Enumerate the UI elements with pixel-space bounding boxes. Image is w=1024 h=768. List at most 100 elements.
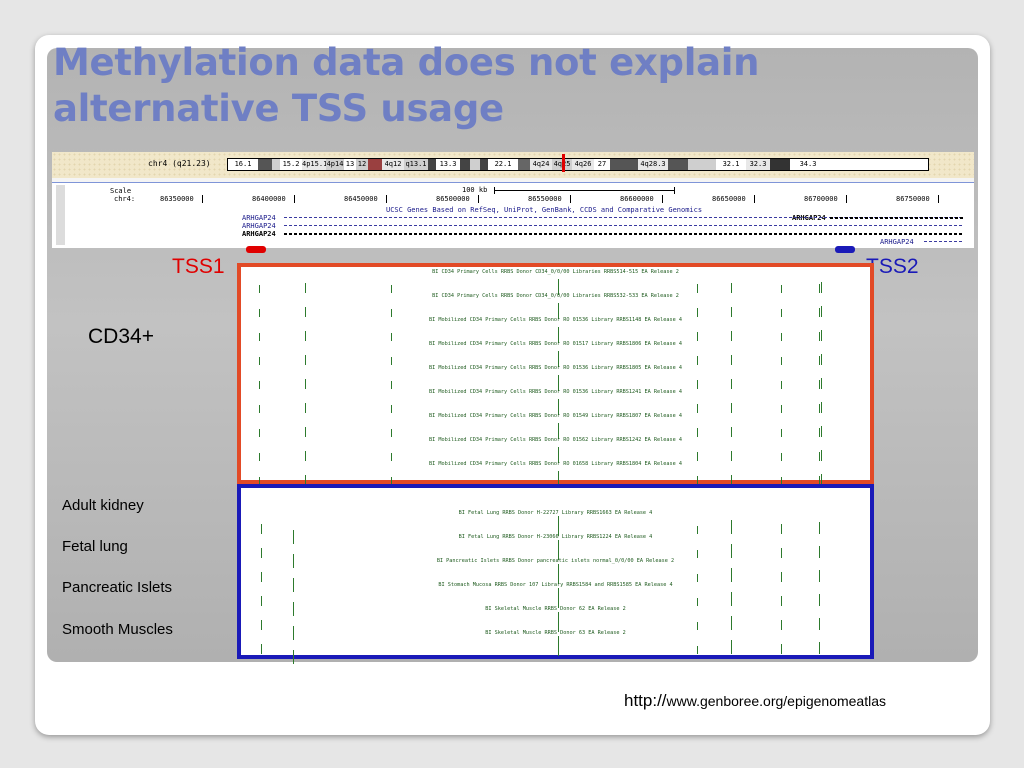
methylation-tick [305,379,306,389]
chromosome-ideogram: 16.1 15.2 4p15.1 4p14 13 12 4q12 q13.1 13.3 22.1 4… [227,158,929,171]
methylation-tick [781,572,782,582]
methylation-tick [731,307,732,317]
methylation-tick [731,451,732,461]
methylation-tick [781,453,782,461]
methylation-tick [821,354,822,365]
track-name: BI Fetal Lung RRBS Donor H-23066 Library… [458,534,653,540]
methylation-tick [819,570,820,582]
methylation-tick [305,331,306,341]
track-name: BI Mobilized CD34 Primary Cells RRBS Don… [429,365,682,371]
coordinate-tick [202,195,203,203]
track-side-bar [56,185,65,245]
ideogram-band: 16.1 [228,159,258,170]
methylation-tick [819,594,820,606]
methylation-tick [259,309,260,317]
methylation-tick [261,596,262,606]
methylation-tick [697,428,698,437]
methylation-tick [391,357,392,365]
coordinate-label: 86350000 [160,195,194,203]
methylation-tick [781,285,782,293]
ideogram-band: 22.1 [488,159,518,170]
methylation-tick [261,524,262,534]
scale-bar-right-tick [674,187,675,194]
ideogram-band: 34.3 [790,159,826,170]
track-name: BI Mobilized CD34 Primary Cells RRBS Don… [429,317,682,323]
track-name: BI Mobilized CD34 Primary Cells RRBS Don… [429,389,682,395]
methylation-tick [697,332,698,341]
scale-value: 100 kb [462,186,488,194]
coordinate-tick [570,195,571,203]
methylation-tick [781,357,782,365]
gene-name-3: ARHGAP24 [242,230,276,238]
methylation-tick [697,622,698,630]
methylation-tick [697,646,698,654]
methylation-tick [259,333,260,341]
methylation-tick [697,574,698,582]
coordinate-tick [662,195,663,203]
methylation-tick [305,451,306,461]
title-line-1: Methylation data does not explain [53,41,760,84]
methylation-tick [731,403,732,413]
methylation-tick [731,427,732,437]
methylation-tick [697,550,698,558]
scale-bar [494,190,674,191]
methylation-tick [781,524,782,534]
gene-model-4 [830,217,964,219]
methylation-tick [819,332,820,341]
scale-label: Scale [110,187,132,195]
ideogram-band [688,159,716,170]
methylation-tick [697,452,698,461]
coordinate-tick [478,195,479,203]
methylation-tick [819,522,820,534]
ideogram-band: 32.1 [716,159,746,170]
methylation-tick [259,285,260,293]
methylation-tick [261,572,262,582]
source-url[interactable]: http://www.genboree.org/epigenomeatlas [624,691,886,711]
ideogram-position-marker [562,154,565,172]
methylation-tick [391,453,392,461]
coordinate-label: 86650000 [712,195,746,203]
methylation-tick [781,596,782,606]
methylation-tick [731,520,732,534]
tissue-label-pancreatic-islets: Pancreatic Islets [62,579,173,596]
ideogram-strip: chr4 (q21.23) 16.1 15.2 4p15.1 4p14 13 12 4q12… [52,152,974,178]
methylation-tick [391,333,392,341]
coordinate-label: 86700000 [804,195,838,203]
ideogram-band [368,159,382,170]
ucsc-track-title: UCSC Genes Based on RefSeq, UniProt, Gen… [386,206,703,214]
methylation-tick [821,378,822,389]
methylation-tick [697,380,698,389]
coordinate-tick [938,195,939,203]
gene-name-2: ARHGAP24 [242,222,276,230]
genome-browser-screenshot: chr4 (q21.23) 16.1 15.2 4p15.1 4p14 13 12 4q12… [52,152,974,248]
ideogram-band: q13.1 [404,159,428,170]
track-name: BI Mobilized CD34 Primary Cells RRBS Don… [429,341,682,347]
scale-bar-left-tick [494,187,495,194]
ideogram-band: 4q24 [530,159,552,170]
ideogram-band: 12 [356,159,368,170]
coordinate-label: 86400000 [252,195,286,203]
methylation-tick [731,640,732,654]
coordinate-label: 86500000 [436,195,470,203]
ideogram-band: 27 [594,159,610,170]
methylation-tick [819,380,820,389]
methylation-tick [731,616,732,630]
methylation-tick [697,404,698,413]
methylation-tick [558,588,559,608]
methylation-tick [558,636,559,656]
ideogram-band [668,159,688,170]
coordinate-tick [386,195,387,203]
coordinate-tick [846,195,847,203]
methylation-tick [261,644,262,654]
methylation-tick [731,568,732,582]
methylation-tick [305,427,306,437]
methylation-tick [305,403,306,413]
methylation-tick [819,284,820,293]
methylation-tick [819,546,820,558]
coordinate-tick [754,195,755,203]
methylation-tick [259,453,260,461]
methylation-tick [391,285,392,293]
methylation-tick [781,620,782,630]
methylation-tick [293,650,294,664]
methylation-tick [259,357,260,365]
